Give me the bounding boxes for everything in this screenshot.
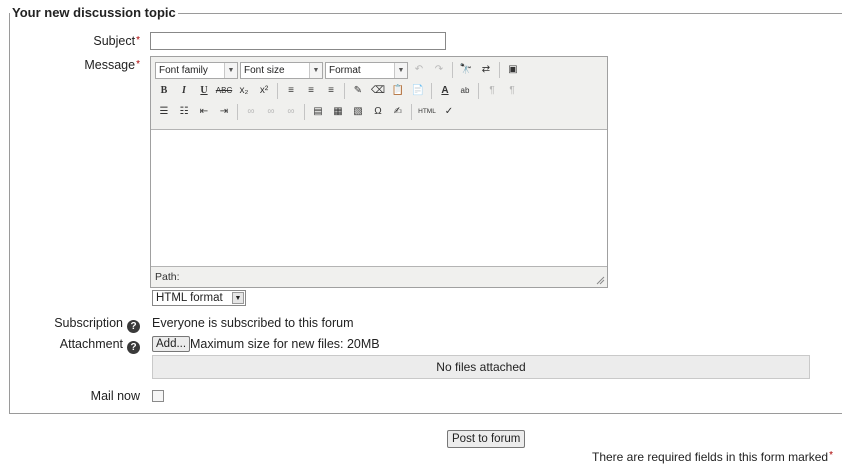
form-legend: Your new discussion topic	[12, 5, 176, 20]
subject-label: Subject*	[0, 33, 140, 49]
toolbar-divider	[452, 62, 453, 78]
emoticon-icon[interactable]: ✍	[389, 103, 407, 121]
align-center-icon[interactable]: ≡	[302, 82, 320, 100]
align-left-icon[interactable]: ≡	[282, 82, 300, 100]
html-source-icon[interactable]: HTML	[416, 103, 438, 121]
ltr-icon[interactable]: ¶	[483, 82, 501, 100]
format-block-text: Format	[329, 64, 361, 76]
help-icon[interactable]: ?	[127, 341, 140, 354]
required-asterisk: *	[136, 35, 140, 46]
special-char-icon[interactable]: Ω	[369, 103, 387, 121]
background-color-icon[interactable]: ab	[456, 82, 474, 100]
nolink-icon[interactable]: ∞	[282, 103, 300, 121]
mail-now-label: Mail now	[90, 389, 140, 403]
toolbar-divider	[499, 62, 500, 78]
chevron-down-icon: ▼	[309, 62, 322, 78]
format-block-select[interactable]: Format ▼	[325, 61, 408, 79]
toolbar-divider	[344, 83, 345, 99]
font-size-select[interactable]: Font size ▼	[240, 61, 323, 79]
required-note-text: There are required fields in this form m…	[591, 450, 829, 464]
bold-icon[interactable]: B	[155, 82, 173, 100]
find-replace-icon[interactable]: ⇄	[477, 61, 495, 79]
subscription-label-text: Subscription	[54, 316, 123, 330]
font-family-text: Font family	[159, 64, 208, 76]
editor-toolbar-row-3: ☰ ☷ ⇤ ⇥ ∞ ∞ ∞ ▤ ▦ ▧ Ω ✍ HTML ✓	[155, 102, 458, 122]
rich-text-editor: Font family ▼ Font size ▼ Format ▼ ↶ ↷ 🔭 ⇄ …	[150, 56, 608, 288]
editor-toolbar-row-2: B I U ABC x₂ x² ≡ ≡ ≡ ✎ ⌫ 📋 📄 A ab ¶ ¶	[155, 81, 521, 101]
subscript-icon[interactable]: x₂	[235, 82, 253, 100]
text-format-select[interactable]: HTML format ▼	[152, 290, 246, 306]
chevron-down-icon: ▼	[394, 62, 407, 78]
unlink-icon[interactable]: ∞	[262, 103, 280, 121]
text-color-icon[interactable]: A	[436, 82, 454, 100]
attachment-label: Attachment?	[0, 336, 140, 354]
underline-icon[interactable]: U	[195, 82, 213, 100]
font-family-select[interactable]: Font family ▼	[155, 61, 238, 79]
remove-format-icon[interactable]: ⌫	[369, 82, 387, 100]
message-label-text: Message	[84, 58, 136, 72]
toolbar-divider	[277, 83, 278, 99]
attachment-label-text: Attachment	[59, 337, 123, 351]
undo-icon[interactable]: ↶	[410, 61, 428, 79]
toolbar-divider	[237, 104, 238, 120]
font-size-text: Font size	[244, 64, 285, 76]
resize-grip-icon[interactable]	[596, 276, 605, 285]
rtl-icon[interactable]: ¶	[503, 82, 521, 100]
find-icon[interactable]: 🔭	[457, 61, 475, 79]
link-icon[interactable]: ∞	[242, 103, 260, 121]
strikethrough-icon[interactable]: ABC	[215, 82, 233, 100]
max-size-text: Maximum size for new files: 20MB	[190, 337, 380, 351]
subject-input[interactable]	[150, 32, 446, 50]
paste-text-icon[interactable]: 📋	[389, 82, 407, 100]
numbered-list-icon[interactable]: ☷	[175, 103, 193, 121]
message-edit-area[interactable]	[151, 129, 607, 267]
help-icon[interactable]: ?	[127, 320, 140, 333]
indent-icon[interactable]: ⇥	[215, 103, 233, 121]
message-label: Message*	[0, 57, 140, 73]
redo-icon[interactable]: ↷	[430, 61, 448, 79]
align-right-icon[interactable]: ≡	[322, 82, 340, 100]
files-dropzone[interactable]: No files attached	[152, 355, 810, 379]
no-files-text: No files attached	[436, 360, 526, 374]
editor-toolbar-row-1: Font family ▼ Font size ▼ Format ▼ ↶ ↷ 🔭 ⇄ …	[155, 60, 522, 80]
chevron-down-icon: ▼	[232, 292, 244, 304]
spellcheck-icon[interactable]: ✓	[440, 103, 458, 121]
media-icon[interactable]: ▦	[329, 103, 347, 121]
moodle-media-icon[interactable]: ▧	[349, 103, 367, 121]
toolbar-divider	[478, 83, 479, 99]
fullscreen-icon[interactable]: ▣	[504, 61, 522, 79]
toolbar-divider	[431, 83, 432, 99]
required-asterisk: *	[136, 59, 140, 70]
superscript-icon[interactable]: x²	[255, 82, 273, 100]
required-asterisk: *	[829, 450, 833, 461]
post-to-forum-button[interactable]: Post to forum	[447, 430, 526, 448]
subject-label-text: Subject	[93, 34, 136, 48]
paste-word-icon[interactable]: 📄	[409, 82, 427, 100]
italic-icon[interactable]: I	[175, 82, 193, 100]
outdent-icon[interactable]: ⇤	[195, 103, 213, 121]
required-fields-note: There are required fields in this form m…	[592, 450, 833, 464]
subscription-value: Everyone is subscribed to this forum	[152, 316, 354, 330]
bullet-list-icon[interactable]: ☰	[155, 103, 173, 121]
chevron-down-icon: ▼	[224, 62, 237, 78]
toolbar-divider	[411, 104, 412, 120]
text-format-value: HTML format	[156, 292, 223, 304]
cleanup-icon[interactable]: ✎	[349, 82, 367, 100]
image-icon[interactable]: ▤	[309, 103, 327, 121]
subscription-label: Subscription?	[0, 315, 140, 333]
toolbar-divider	[304, 104, 305, 120]
mail-now-checkbox[interactable]	[152, 390, 164, 402]
add-file-button[interactable]: Add...	[152, 336, 191, 352]
editor-path-bar: Path:	[155, 271, 180, 283]
